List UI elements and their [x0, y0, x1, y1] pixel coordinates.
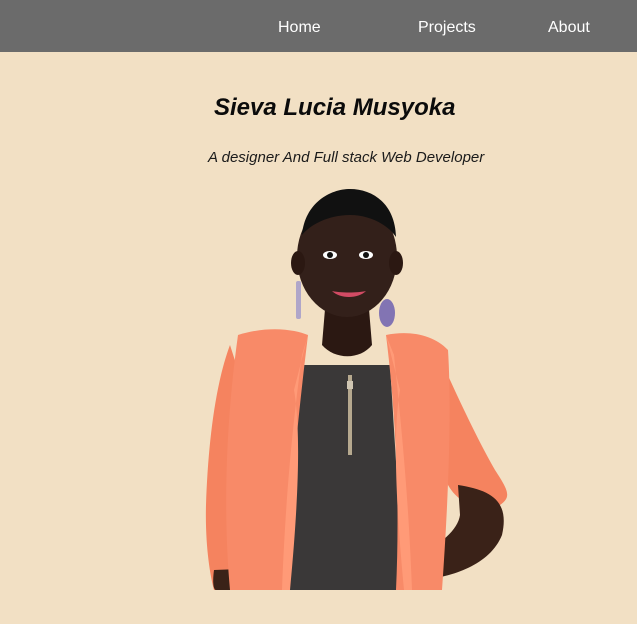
nav-link-home[interactable]: Home	[278, 0, 321, 52]
hero-tagline: A designer And Full stack Web Developer	[208, 149, 485, 166]
top-navbar: Home Projects About	[0, 0, 637, 52]
profile-photo	[205, 189, 508, 590]
hero-name: Sieva Lucia Musyoka	[214, 94, 456, 121]
nav-link-about[interactable]: About	[548, 0, 590, 52]
nav-link-projects[interactable]: Projects	[418, 0, 476, 52]
